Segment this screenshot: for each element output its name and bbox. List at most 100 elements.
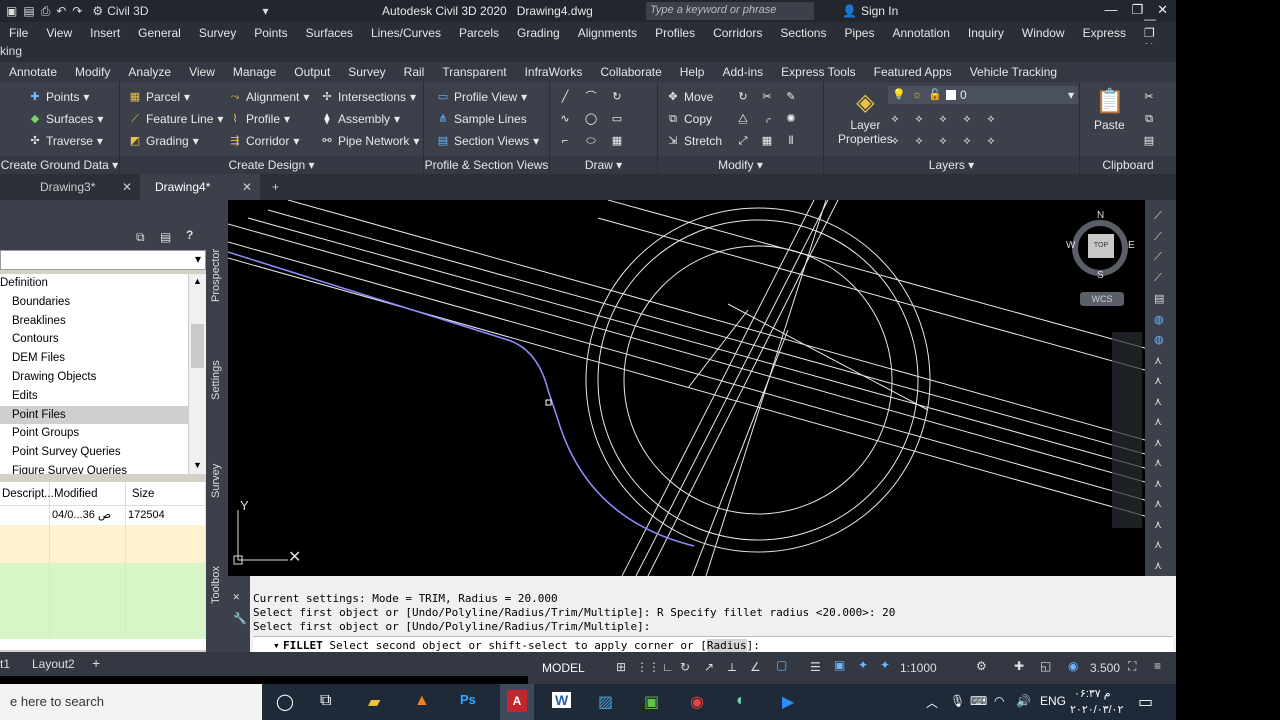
- tab-prospector[interactable]: Prospector: [210, 249, 222, 302]
- tree-item-contours[interactable]: Contours: [0, 330, 188, 349]
- offset-icon[interactable]: ⫴: [784, 134, 798, 148]
- palette-tool-icon[interactable]: ⋏: [1154, 497, 1162, 510]
- volume-icon[interactable]: 🔊: [1016, 694, 1031, 708]
- minimize-icon[interactable]: —: [1104, 2, 1117, 18]
- menu-item-survey[interactable]: Survey: [190, 26, 245, 40]
- palette-tool-icon[interactable]: ⋏: [1154, 395, 1162, 408]
- viewcube[interactable]: TOP N S E W: [1066, 210, 1135, 281]
- snap-icon[interactable]: ⋮⋮: [636, 660, 660, 674]
- tree-item-drawing-objects[interactable]: Drawing Objects: [0, 368, 188, 387]
- menu-item-grading[interactable]: Grading: [508, 26, 569, 40]
- file-explorer-icon[interactable]: ▰: [368, 692, 380, 712]
- menu-item-annotation[interactable]: Annotation: [883, 26, 958, 40]
- tree-item-point-survey-queries[interactable]: Point Survey Queries: [0, 443, 188, 462]
- layer-properties-button[interactable]: ◈ Layer Properties: [838, 88, 893, 146]
- tab-layout2[interactable]: Layout2: [32, 657, 75, 671]
- wifi-icon[interactable]: ◠: [994, 694, 1004, 708]
- menu-item-express[interactable]: Express: [1074, 26, 1135, 40]
- palette-tool-icon[interactable]: ⋏: [1154, 374, 1162, 387]
- tab-settings[interactable]: Settings: [210, 360, 222, 400]
- palette-tool-icon[interactable]: ◍: [1154, 333, 1164, 346]
- fillet-icon[interactable]: ⌌: [760, 112, 774, 126]
- match-icon[interactable]: ▤: [1142, 134, 1156, 148]
- palette-tool-icon[interactable]: ⟋: [1154, 231, 1162, 244]
- copy-clip-icon[interactable]: ⧉: [1142, 112, 1156, 126]
- palette-tool-icon[interactable]: ⋏: [1154, 354, 1162, 367]
- tab-featured-apps[interactable]: Featured Apps: [865, 65, 961, 79]
- annotation-scale[interactable]: 1:1000: [900, 661, 937, 675]
- tab-view[interactable]: View: [180, 65, 224, 79]
- cut-icon[interactable]: ✂: [1142, 90, 1156, 104]
- layer-tool-icon[interactable]: ⟡: [960, 112, 974, 126]
- autoscale-icon[interactable]: ✦: [880, 658, 890, 672]
- view-selector[interactable]: ▾: [0, 250, 206, 270]
- panel-title-draw[interactable]: Draw ▾: [550, 156, 657, 174]
- plus-icon[interactable]: ✚: [1014, 659, 1024, 673]
- layer-tool-icon[interactable]: ⟡: [936, 112, 950, 126]
- tree-scrollbar[interactable]: ▲ ▼: [188, 274, 206, 474]
- tab-modify[interactable]: Modify: [66, 65, 119, 79]
- saveas-icon[interactable]: ▤: [23, 4, 34, 18]
- ortho-icon[interactable]: ∟: [662, 660, 674, 674]
- layer-tool-icon[interactable]: ⟡: [960, 134, 974, 148]
- model-space-button[interactable]: MODEL: [542, 661, 585, 675]
- selection-cycling-icon[interactable]: ▢: [776, 658, 787, 672]
- feature-line-button[interactable]: ⟋ Feature Line ▾: [128, 112, 223, 126]
- layer-tool-icon[interactable]: ⟡: [912, 134, 926, 148]
- tree-item-edits[interactable]: Edits: [0, 387, 188, 406]
- tree-item-dem-files[interactable]: DEM Files: [0, 349, 188, 368]
- tab-survey[interactable]: Survey: [339, 65, 394, 79]
- camtasia-icon[interactable]: ▣: [644, 692, 659, 712]
- zoom-icon[interactable]: ▶: [782, 692, 794, 712]
- network-icon[interactable]: ⌨: [970, 694, 987, 708]
- alignment-button[interactable]: ⤳ Alignment ▾: [228, 90, 310, 104]
- move-button[interactable]: ✥ Move: [666, 90, 713, 104]
- tab-add-ins[interactable]: Add-ins: [713, 65, 772, 79]
- tree-item-breaklines[interactable]: Breaklines: [0, 312, 188, 331]
- palette-tool-icon[interactable]: ⟋: [1154, 272, 1162, 285]
- palette-tool-icon[interactable]: ⋏: [1154, 456, 1162, 469]
- customize-icon[interactable]: ≡: [1154, 659, 1161, 673]
- isolate-icon[interactable]: ◱: [1040, 659, 1051, 673]
- points-button[interactable]: ✚ Points ▾: [28, 90, 89, 104]
- col-size[interactable]: Size: [126, 482, 206, 505]
- palette-tool-icon[interactable]: ⋏: [1154, 477, 1162, 490]
- layer-tool-icon[interactable]: ⟡: [984, 112, 998, 126]
- tab-annotate[interactable]: Annotate: [0, 65, 66, 79]
- tab-infraworks[interactable]: InfraWorks: [516, 65, 592, 79]
- palette-tool-icon[interactable]: ⋏: [1154, 415, 1162, 428]
- layer-tool-icon[interactable]: ⟡: [888, 134, 902, 148]
- viewcube-top-face[interactable]: TOP: [1088, 234, 1114, 258]
- tab-drawing3[interactable]: Drawing3* ✕: [0, 174, 140, 200]
- col-description[interactable]: Descript...: [0, 482, 54, 505]
- tab-transparent[interactable]: Transparent: [433, 65, 515, 79]
- help-icon[interactable]: ?: [186, 228, 193, 242]
- tree-item-boundaries[interactable]: Boundaries: [0, 293, 188, 312]
- erase-icon[interactable]: ✎: [784, 90, 798, 104]
- ellipse-icon[interactable]: ⬭: [584, 134, 598, 148]
- tray-chevron-icon[interactable]: ︿: [926, 694, 938, 711]
- tab-manage[interactable]: Manage: [224, 65, 285, 79]
- tree-item-point-files[interactable]: Point Files: [0, 405, 188, 425]
- lineweight-icon[interactable]: ☰: [810, 660, 821, 674]
- edge-icon[interactable]: ◐: [736, 692, 746, 710]
- polar-icon[interactable]: ↻: [680, 660, 690, 674]
- rotate-icon[interactable]: ↻: [736, 90, 750, 104]
- paste-button[interactable]: 📋 Paste: [1094, 88, 1125, 132]
- scroll-thumb[interactable]: [191, 324, 204, 368]
- menu-item-inquiry[interactable]: Inquiry: [959, 26, 1013, 40]
- palette-tool-icon[interactable]: ⟋: [1154, 210, 1162, 223]
- rectangle-icon[interactable]: ▭: [610, 112, 624, 126]
- tab-output[interactable]: Output: [285, 65, 339, 79]
- close-icon[interactable]: ✕: [242, 174, 252, 200]
- layer-tool-icon[interactable]: ⟡: [912, 112, 926, 126]
- tree-root[interactable]: Definition: [0, 274, 188, 293]
- tab-express-tools[interactable]: Express Tools: [772, 65, 864, 79]
- col-modified[interactable]: Modified: [50, 482, 126, 505]
- layer-tool-icon[interactable]: ⟡: [936, 134, 950, 148]
- vlc-icon[interactable]: ▲: [414, 692, 430, 710]
- scale-icon[interactable]: ⤢: [736, 134, 750, 148]
- wcs-menu[interactable]: WCS: [1080, 292, 1124, 306]
- panel-title-create-ground[interactable]: Create Ground Data ▾: [0, 156, 119, 174]
- isodraft-icon[interactable]: ↗: [704, 660, 714, 674]
